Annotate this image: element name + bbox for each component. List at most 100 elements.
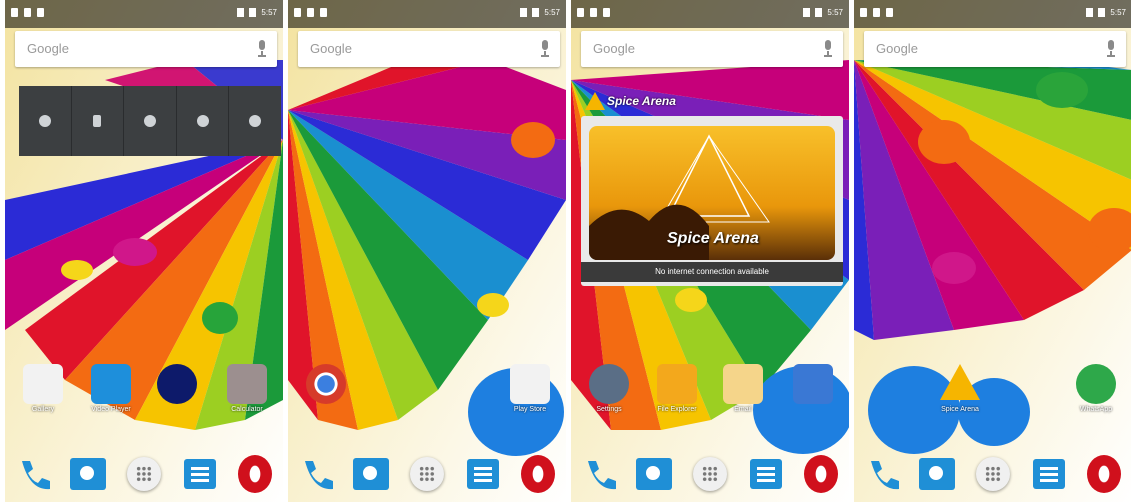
whatsapp-icon[interactable]	[1076, 364, 1116, 404]
app-label: File Explorer	[657, 406, 697, 413]
google-search-bar[interactable]: Google	[298, 31, 560, 67]
opera-button[interactable]	[800, 453, 842, 495]
opera-icon	[804, 455, 839, 493]
app-drawer-button[interactable]	[406, 453, 448, 495]
search-label: Google	[27, 41, 69, 56]
notification-icon	[603, 8, 610, 17]
usb-icon	[24, 8, 31, 17]
search-label: Google	[593, 41, 635, 56]
contacts-button[interactable]	[633, 453, 675, 495]
chrome-icon[interactable]	[306, 364, 346, 404]
quick-toggles-widget	[19, 86, 281, 156]
app-label: Gallery	[31, 406, 55, 413]
app-label: Email	[734, 406, 752, 413]
contacts-icon	[70, 458, 107, 490]
sync-toggle[interactable]	[177, 86, 230, 156]
airplane-icon	[249, 115, 262, 127]
camera-icon[interactable]	[157, 364, 197, 404]
bluetooth-toggle[interactable]	[72, 86, 125, 156]
banner-title: Spice Arena	[667, 230, 759, 247]
search-label: Google	[310, 41, 352, 56]
contacts-icon	[353, 458, 390, 490]
messaging-button[interactable]	[1028, 453, 1070, 495]
calendar-icon[interactable]	[793, 364, 833, 404]
app-drawer-icon	[975, 457, 1010, 491]
widget-banner[interactable]: Spice Arena	[589, 126, 835, 260]
app-row: Settings File Explorer Email	[571, 360, 849, 424]
messaging-icon	[466, 459, 499, 489]
dock	[5, 446, 283, 502]
phone-button[interactable]	[861, 453, 903, 495]
folder-icon[interactable]	[657, 364, 697, 404]
notification-icon	[860, 8, 867, 17]
opera-button[interactable]	[234, 453, 276, 495]
messaging-button[interactable]	[179, 453, 221, 495]
gallery-icon[interactable]	[23, 364, 63, 404]
play-store-icon[interactable]	[510, 364, 550, 404]
contacts-button[interactable]	[916, 453, 958, 495]
contacts-button[interactable]	[67, 453, 109, 495]
status-bar: 5:57	[288, 0, 566, 28]
mic-icon[interactable]	[1106, 40, 1116, 57]
status-bar: 5:57	[571, 0, 849, 28]
mic-icon[interactable]	[257, 40, 267, 57]
phone-icon	[587, 461, 616, 490]
opera-button[interactable]	[517, 453, 559, 495]
notification-icon	[577, 8, 584, 17]
messaging-button[interactable]	[745, 453, 787, 495]
settings-icon[interactable]	[589, 364, 629, 404]
app-label: WhatsApp	[1079, 406, 1113, 413]
battery-icon	[532, 8, 540, 17]
app-label: Play Store	[513, 406, 547, 413]
status-bar: 5:57	[854, 0, 1131, 28]
email-icon[interactable]	[723, 364, 763, 404]
app-row: Gallery Video Player Calculator	[5, 360, 283, 424]
mic-icon[interactable]	[540, 40, 550, 57]
wallpaper	[854, 0, 1131, 502]
google-search-bar[interactable]: Google	[864, 31, 1126, 67]
app-drawer-icon	[692, 457, 727, 491]
phone-button[interactable]	[12, 453, 54, 495]
dock	[288, 446, 566, 502]
battery-icon	[1098, 8, 1106, 17]
notification-icon	[294, 8, 301, 17]
app-row: Spice Arena WhatsApp	[854, 360, 1131, 424]
notification-icon	[320, 8, 327, 17]
location-toggle[interactable]	[124, 86, 177, 156]
calculator-icon[interactable]	[227, 364, 267, 404]
contacts-icon	[636, 458, 673, 490]
contacts-icon	[919, 458, 956, 490]
mic-icon[interactable]	[823, 40, 833, 57]
search-label: Google	[876, 41, 918, 56]
app-label: Spice Arena	[941, 406, 979, 413]
signal-icon	[237, 8, 245, 17]
app-drawer-button[interactable]	[689, 453, 731, 495]
screen-home-2: 5:57 Google Play Store	[288, 0, 566, 502]
messaging-button[interactable]	[462, 453, 504, 495]
app-row: Play Store	[288, 360, 566, 424]
notification-icon	[37, 8, 44, 17]
google-search-bar[interactable]: Google	[581, 31, 843, 67]
status-bar: 5:57	[5, 0, 283, 28]
clock: 5:57	[1110, 8, 1126, 17]
opera-button[interactable]	[1083, 453, 1125, 495]
app-drawer-button[interactable]	[972, 453, 1014, 495]
screen-home-widget: 5:57 Google Spice Arena Spice Arena No i…	[571, 0, 849, 502]
app-drawer-button[interactable]	[123, 453, 165, 495]
phone-button[interactable]	[578, 453, 620, 495]
signal-icon	[1086, 8, 1094, 17]
messaging-icon	[749, 459, 782, 489]
sync-icon	[196, 115, 209, 127]
signal-icon	[520, 8, 528, 17]
video-icon[interactable]	[91, 364, 131, 404]
notification-icon	[11, 8, 18, 17]
wifi-toggle[interactable]	[19, 86, 72, 156]
notification-icon	[886, 8, 893, 17]
contacts-button[interactable]	[350, 453, 392, 495]
google-search-bar[interactable]: Google	[15, 31, 277, 67]
spice-arena-icon[interactable]	[940, 364, 980, 400]
spice-arena-widget[interactable]: Spice Arena No internet connection avail…	[581, 116, 843, 286]
phone-button[interactable]	[295, 453, 337, 495]
screen-home-toggles: 5:57 Google Gallery Video Player Calcula…	[5, 0, 283, 502]
airplane-toggle[interactable]	[229, 86, 281, 156]
